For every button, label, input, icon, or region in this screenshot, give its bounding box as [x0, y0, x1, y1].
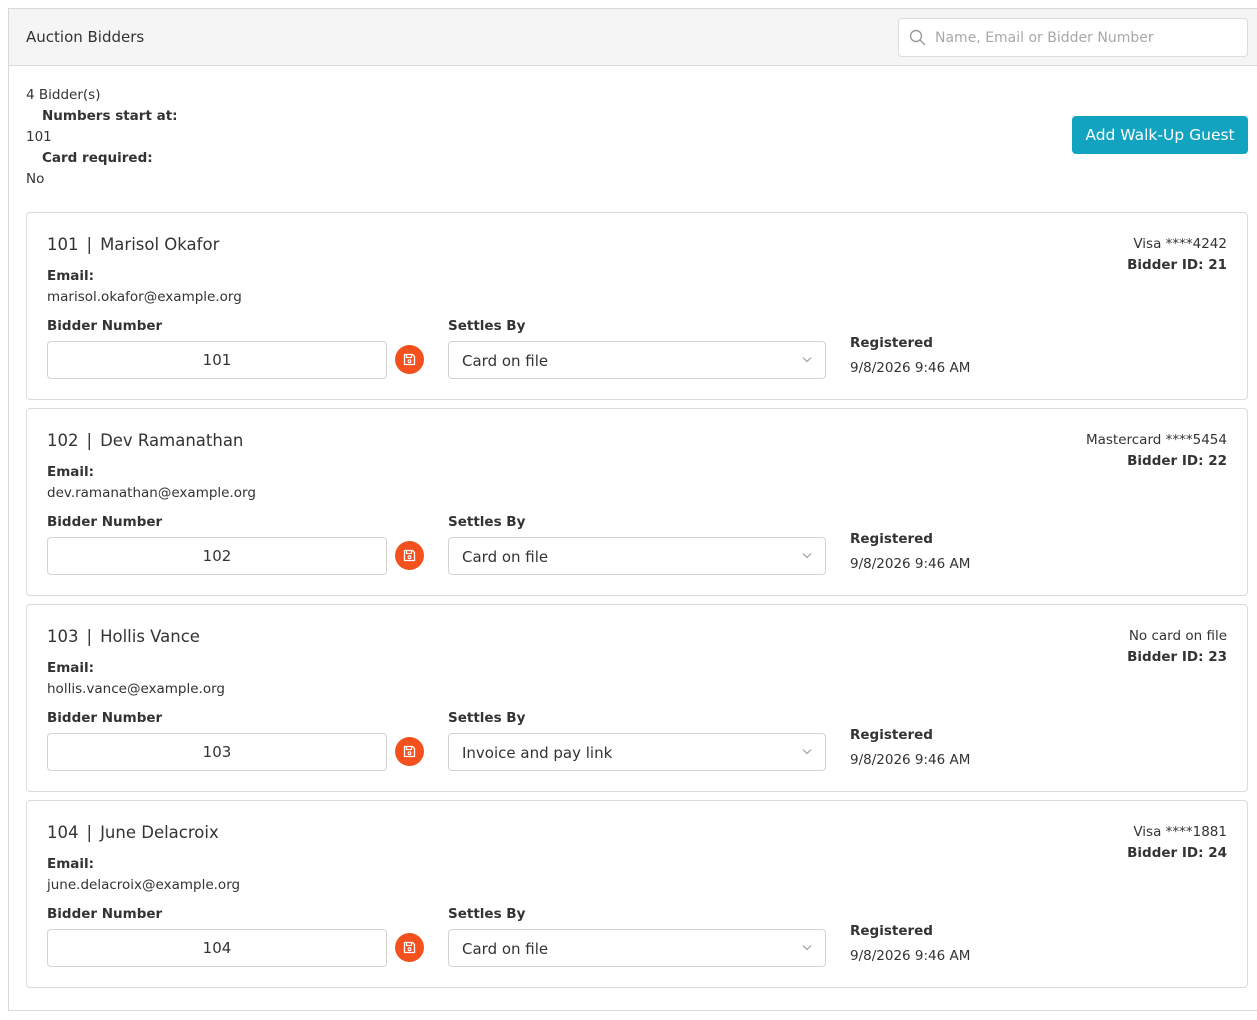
payment-info: Visa ****4242 Bidder ID: 21 — [1127, 234, 1227, 276]
settles-by-select[interactable]: Invoice and pay link — [448, 733, 826, 771]
bidder-card: 104 | June Delacroix Email: june.delacroix… — [26, 800, 1248, 988]
save-bidder-number-button[interactable] — [395, 737, 424, 766]
registered-label: Registered — [850, 923, 933, 939]
bidder-heading-name: Dev Ramanathan — [100, 431, 244, 450]
settles-by-value: Card on file — [462, 548, 549, 566]
bidder-heading-separator: | — [86, 627, 93, 646]
settles-by-label: Settles By — [448, 514, 526, 530]
bidder-number-input[interactable] — [47, 537, 387, 575]
bidder-number-input[interactable] — [47, 733, 387, 771]
search-icon — [909, 29, 926, 46]
card-on-file-text: No card on file — [1128, 628, 1227, 644]
chevron-down-icon — [802, 749, 812, 755]
card-on-file-text: Mastercard ****5454 — [1085, 432, 1227, 448]
registered-label: Registered — [850, 335, 933, 351]
panel-header: Auction Bidders — [9, 9, 1257, 66]
bidder-heading-name: Hollis Vance — [100, 627, 200, 646]
settles-by-value: Card on file — [462, 352, 549, 370]
bidder-heading-separator: | — [86, 431, 93, 450]
bidder-heading: 101 | Marisol Okafor — [47, 235, 219, 254]
card-on-file-text: Visa ****1881 — [1133, 824, 1227, 840]
email-value: marisol.okafor@example.org — [47, 289, 242, 305]
save-icon — [403, 745, 416, 758]
registered-label: Registered — [850, 727, 933, 743]
settles-by-value: Card on file — [462, 940, 549, 958]
save-bidder-number-button[interactable] — [395, 933, 424, 962]
bidder-heading-name: June Delacroix — [100, 823, 219, 842]
bidder-number-input[interactable] — [47, 929, 387, 967]
bidder-number-label: Bidder Number — [47, 906, 163, 922]
email-value: june.delacroix@example.org — [47, 877, 241, 893]
email-label: Email: — [47, 268, 95, 284]
settles-by-value: Invoice and pay link — [462, 744, 613, 762]
add-walk-up-guest-button[interactable]: Add Walk-Up Guest — [1072, 116, 1248, 154]
numbers-start-value: 101 — [26, 129, 52, 145]
settles-by-label: Settles By — [448, 906, 526, 922]
settles-by-select[interactable]: Card on file — [448, 341, 826, 379]
save-bidder-number-button[interactable] — [395, 345, 424, 374]
bidder-heading-number: 104 — [47, 823, 79, 842]
bidder-heading-number: 102 — [47, 431, 79, 450]
save-icon — [403, 941, 416, 954]
settles-by-label: Settles By — [448, 318, 526, 334]
bidder-number-label: Bidder Number — [47, 710, 163, 726]
bidder-heading: 104 | June Delacroix — [47, 823, 219, 842]
email-value: hollis.vance@example.org — [47, 681, 225, 697]
payment-info: No card on file Bidder ID: 23 — [1127, 626, 1227, 668]
bidder-id: Bidder ID: 22 — [1127, 453, 1227, 469]
save-icon — [403, 549, 416, 562]
bidder-summary: 4 Bidder(s) Numbers start at: 101 Card r… — [26, 85, 178, 190]
chevron-down-icon — [802, 357, 812, 363]
card-required-label: Card required: — [42, 150, 153, 166]
email-label: Email: — [47, 856, 95, 872]
payment-info: Visa ****1881 Bidder ID: 24 — [1127, 822, 1227, 864]
bidder-card: 103 | Hollis Vance Email: hollis.vance@exa… — [26, 604, 1248, 792]
bidder-number-label: Bidder Number — [47, 514, 163, 530]
bidder-id: Bidder ID: 24 — [1127, 845, 1227, 861]
save-icon — [403, 353, 416, 366]
search-box[interactable] — [898, 18, 1248, 57]
chevron-down-icon — [802, 553, 812, 559]
bidder-card: 102 | Dev Ramanathan Email: dev.ramanathan… — [26, 408, 1248, 596]
auction-bidders-panel: Auction Bidders 4 Bidder(s) Numbers star… — [8, 8, 1257, 1011]
registered-label: Registered — [850, 531, 933, 547]
bidder-id: Bidder ID: 23 — [1127, 649, 1227, 665]
email-value: dev.ramanathan@example.org — [47, 485, 256, 501]
search-input[interactable] — [935, 19, 1235, 56]
card-on-file-text: Visa ****4242 — [1133, 236, 1227, 252]
registered-date: 9/8/2026 9:46 AM — [850, 360, 971, 376]
email-label: Email: — [47, 660, 95, 676]
bidder-heading-name: Marisol Okafor — [100, 235, 220, 254]
chevron-down-icon — [802, 945, 812, 951]
settles-by-label: Settles By — [448, 710, 526, 726]
bidder-card: 101 | Marisol Okafor Email: marisol.okafor… — [26, 212, 1248, 400]
bidder-heading-separator: | — [86, 235, 93, 254]
page-title: Auction Bidders — [26, 28, 145, 46]
bidder-id: Bidder ID: 21 — [1127, 257, 1227, 273]
card-required-value: No — [26, 171, 45, 187]
settles-by-select[interactable]: Card on file — [448, 929, 826, 967]
bidder-heading-separator: | — [86, 823, 93, 842]
bidder-number-label: Bidder Number — [47, 318, 163, 334]
registered-date: 9/8/2026 9:46 AM — [850, 948, 971, 964]
bidder-number-input[interactable] — [47, 341, 387, 379]
registered-date: 9/8/2026 9:46 AM — [850, 752, 971, 768]
settles-by-select[interactable]: Card on file — [448, 537, 826, 575]
payment-info: Mastercard ****5454 Bidder ID: 22 — [1086, 430, 1227, 472]
numbers-start-label: Numbers start at: — [42, 108, 178, 124]
bidder-count: 4 Bidder(s) — [26, 87, 101, 103]
bidder-heading: 102 | Dev Ramanathan — [47, 431, 243, 450]
bidder-heading-number: 101 — [47, 235, 79, 254]
save-bidder-number-button[interactable] — [395, 541, 424, 570]
bidder-heading: 103 | Hollis Vance — [47, 627, 200, 646]
bidder-heading-number: 103 — [47, 627, 79, 646]
registered-date: 9/8/2026 9:46 AM — [850, 556, 971, 572]
email-label: Email: — [47, 464, 95, 480]
